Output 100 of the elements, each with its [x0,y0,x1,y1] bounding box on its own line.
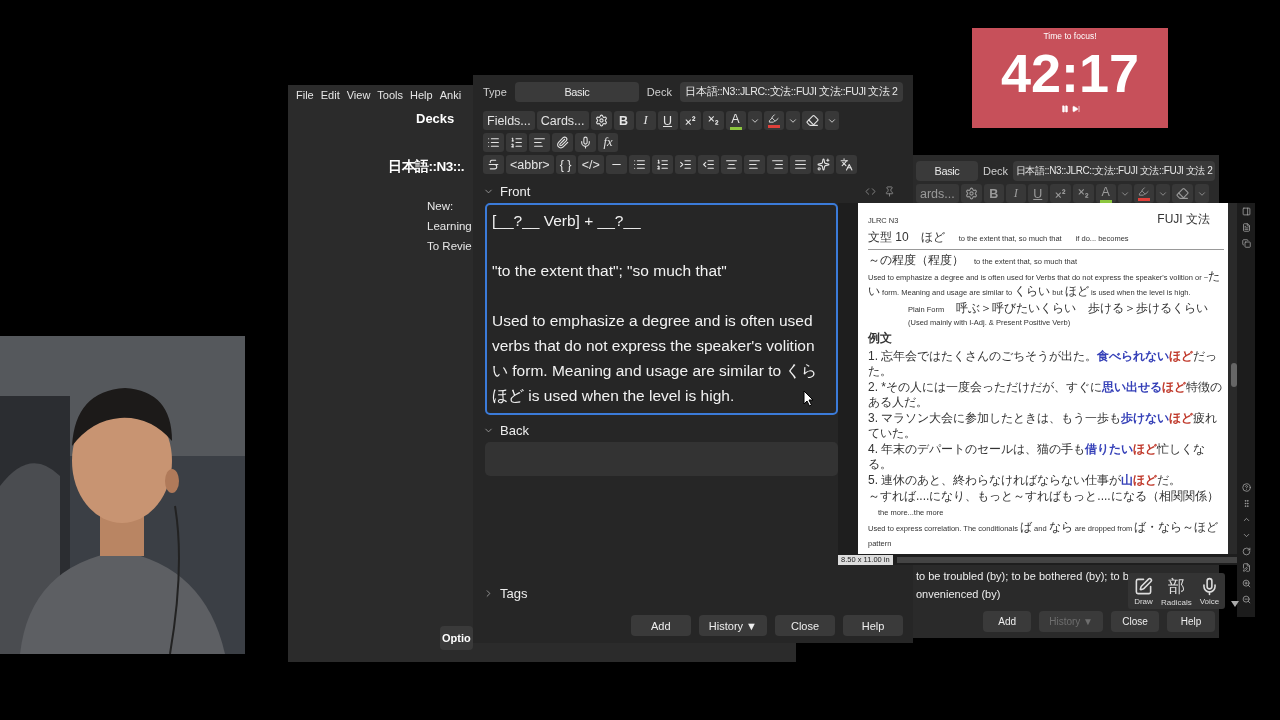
edit-document-icon[interactable] [1241,563,1251,572]
bold-button[interactable]: B [613,111,634,130]
menu-item[interactable]: Help [410,89,433,101]
help-icon[interactable] [1241,483,1251,492]
subscript-icon [1076,187,1090,200]
skip-icon[interactable] [1071,105,1080,113]
toolbar-button[interactable] [789,155,811,174]
strikethrough-icon [487,158,500,171]
toolbar-button[interactable] [674,155,696,174]
options-button[interactable]: Optio [440,626,473,650]
note-type-select[interactable]: Basic [916,161,978,181]
toolbar-button[interactable] [766,155,788,174]
toolbar-button[interactable] [506,133,527,152]
toolbar-button[interactable] [812,155,834,174]
horizontal-scrollbar[interactable] [896,556,1240,563]
text-color-button[interactable]: A [725,111,746,130]
field-text: onvenienced (by) [916,587,1001,602]
toolbar-button[interactable] [835,155,857,174]
field-text: [__?__ Verb] + __?__ [492,211,641,231]
indent-icon [678,158,692,171]
menu-item[interactable]: View [346,89,371,101]
panel-icon[interactable] [1241,207,1251,216]
radical-glyph[interactable]: 部 [1167,577,1185,597]
toolbar-button[interactable] [605,155,627,174]
toolbar-button[interactable] [552,133,573,152]
scrollbar-thumb[interactable] [1231,363,1237,387]
toolbar-button[interactable] [679,111,701,130]
underline-button[interactable]: U [1027,184,1048,203]
toolbar-button[interactable]: <abbr> [506,155,554,174]
highlight-button[interactable] [1133,184,1154,203]
pen-square-icon[interactable] [1134,577,1153,596]
field-label: Front [500,184,531,199]
mouse-pointer-icon [803,390,814,407]
field-editor[interactable] [485,203,838,415]
toolbar-button[interactable] [702,111,724,130]
zoom-out-icon[interactable] [1241,595,1251,604]
toolbar-button[interactable]: ards... [916,184,959,203]
timer-caption: Time to focus! [1043,31,1097,41]
document-icon[interactable] [1241,223,1251,232]
dialog-button[interactable]: Close [775,615,835,636]
toolbar-button[interactable] [483,155,504,174]
toolbar-button[interactable] [720,155,742,174]
rotate-icon[interactable] [1241,547,1251,556]
menu-item[interactable]: Edit [320,89,340,101]
toolbar-button[interactable] [483,133,504,152]
timer-time: 42:17 [1000,42,1140,105]
toolbar-button[interactable] [529,133,550,152]
toolbar-button[interactable] [1171,184,1193,203]
deck-select[interactable]: 日本語::N3::JLRC::文法::FUJI 文法::FUJI 文法 2 [679,82,903,102]
menu-item[interactable]: File [296,89,314,101]
text-color-button[interactable]: A [1095,184,1116,203]
dialog-button[interactable]: Close [1111,611,1159,632]
toolbar-button[interactable] [651,155,673,174]
highlight-button[interactable] [763,111,784,130]
pause-icon[interactable] [1060,105,1069,113]
menu-item[interactable]: Tools [377,89,404,101]
toolbar-button[interactable]: Cards... [536,111,589,130]
italic-button[interactable]: I [635,111,656,130]
bullet-list-icon [487,136,500,149]
chevron-down-icon[interactable] [1241,531,1251,540]
dialog-button[interactable]: Add [630,615,691,636]
zoom-in-icon[interactable] [1241,579,1251,588]
align-right-icon [770,158,784,171]
field-label: Back [500,423,529,438]
grip-icon[interactable] [1241,499,1251,508]
chevron-up-icon[interactable] [1241,515,1251,524]
toolbar-button[interactable] [575,133,596,152]
toolbar-button[interactable] [743,155,765,174]
toolbar-button[interactable] [628,155,650,174]
copy-icon[interactable] [1241,239,1251,248]
deck-label: Deck [983,165,1009,177]
field-text: ほど is used when the level is high. [492,386,735,406]
toolbar-button[interactable]: </> [577,155,604,174]
microphone-icon [579,136,592,149]
deck-label: Deck [646,86,672,98]
formula-button[interactable]: fx [598,133,618,152]
menu-item[interactable]: Anki [439,89,462,101]
deck-select[interactable]: 日本語::N3::JLRC::文法::FUJI 文法::FUJI 文法 2 [1013,161,1215,181]
dialog-button[interactable]: Help [843,615,903,636]
decks-heading: Decks [416,111,455,126]
dropdown-triangle-icon[interactable] [1231,601,1240,607]
toolbar-button[interactable] [590,111,612,130]
bold-button[interactable]: B [983,184,1004,203]
pin-icon[interactable] [884,186,895,197]
toolbar-button[interactable]: Fields... [483,111,535,130]
toolbar-button[interactable] [801,111,823,130]
italic-button[interactable]: I [1005,184,1026,203]
note-type-select[interactable]: Basic [514,82,639,102]
dialog-button[interactable]: Help [1167,611,1215,632]
underline-button[interactable]: U [657,111,678,130]
numbered-list-icon [510,136,523,149]
toolbar-button[interactable] [697,155,719,174]
dialog-button[interactable]: History ▼ [698,615,767,636]
bullet-list-icon [632,158,646,171]
dialog-button[interactable]: Add [983,611,1032,632]
superscript-icon [683,114,697,127]
superscript-icon [1053,187,1067,200]
field-text: verbs that do not express the speaker's volition [492,336,815,356]
toolbar-button[interactable] [960,184,982,203]
toolbar-button[interactable]: { } [555,155,576,174]
